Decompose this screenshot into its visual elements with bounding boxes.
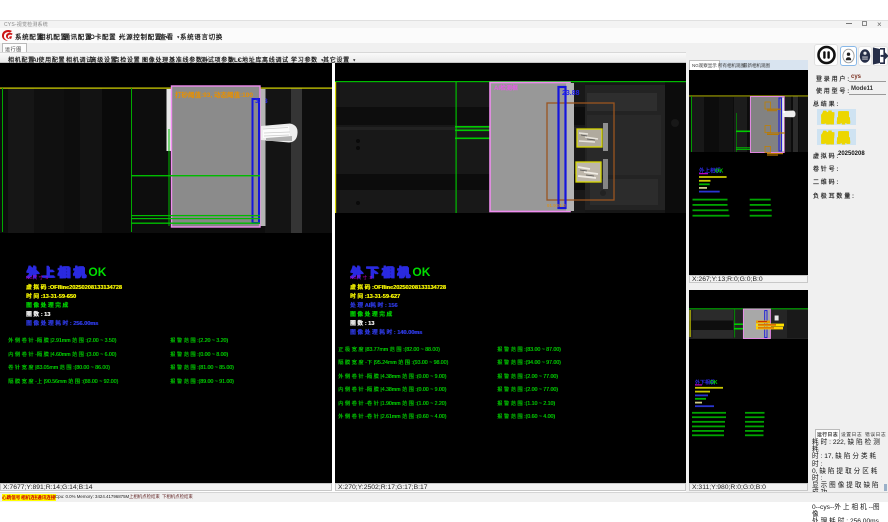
svg-text:23.88: 23.88 <box>562 90 580 97</box>
svg-text:91.9:91.0: 91.9:91.0 <box>547 203 566 208</box>
svg-text:AI检测框: AI检测框 <box>494 84 518 92</box>
svg-text:OK: OK <box>710 380 718 386</box>
svg-text:OK: OK <box>715 169 723 175</box>
svg-text:打砂阈值:93, 动态阈值:100: 打砂阈值:93, 动态阈值:100 <box>175 90 253 99</box>
